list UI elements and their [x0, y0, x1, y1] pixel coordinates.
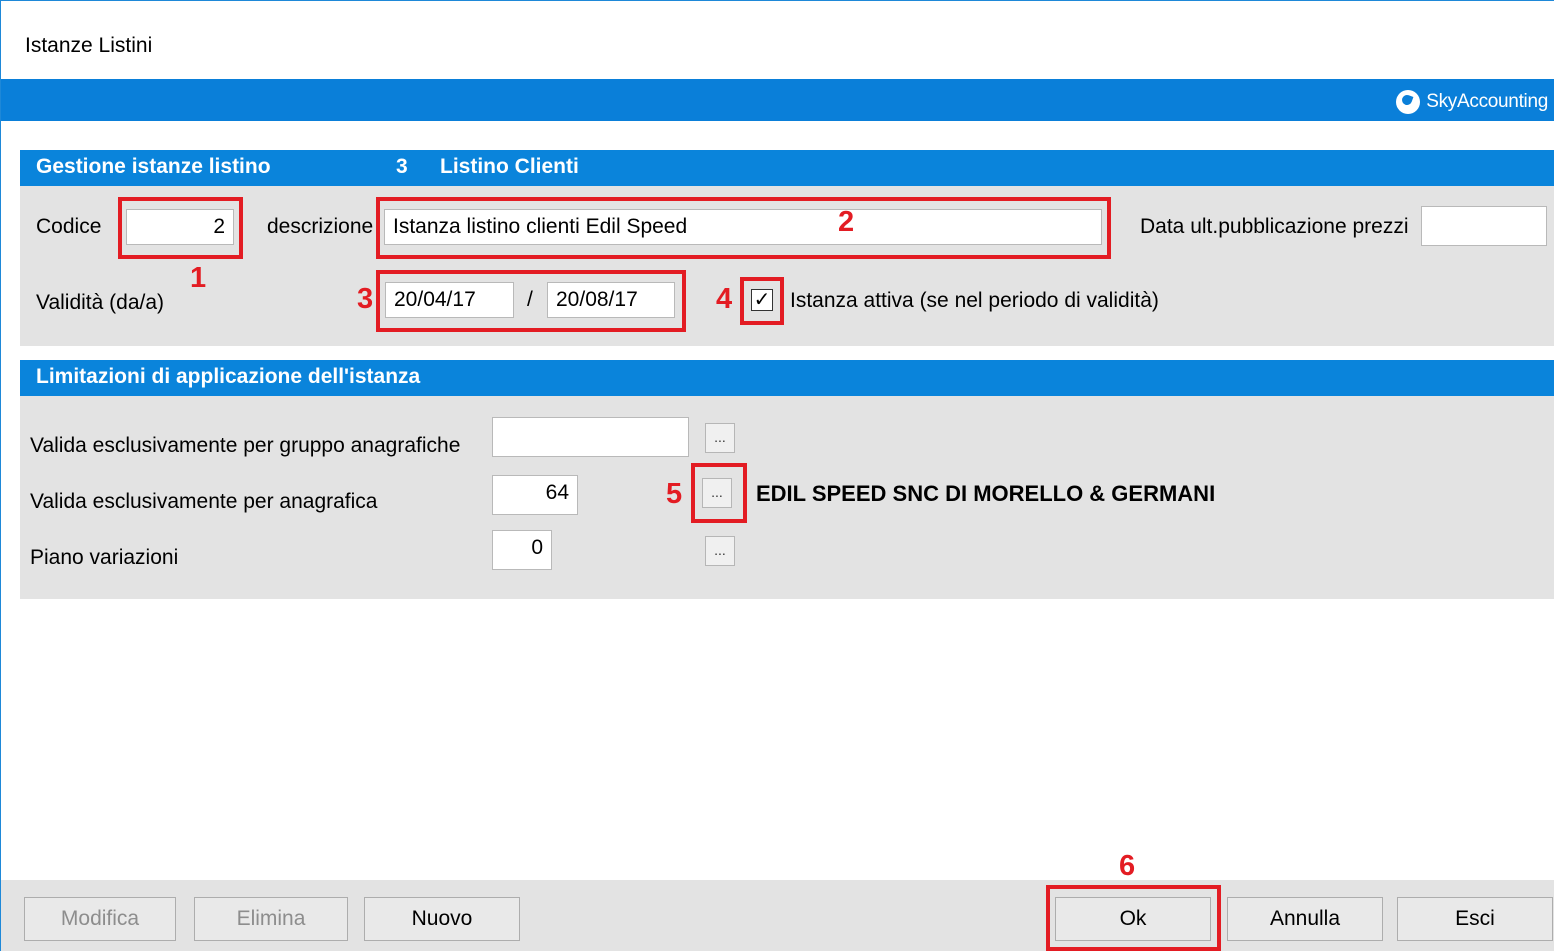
codice-field[interactable]: 2 — [126, 209, 234, 245]
descrizione-field[interactable]: Istanza listino clienti Edil Speed — [384, 209, 1102, 245]
section-title: Gestione istanze listino — [36, 155, 271, 178]
brand: SkyAccounting — [1396, 90, 1548, 114]
codice-label: Codice — [36, 215, 102, 238]
annotation-number-2: 2 — [838, 206, 855, 238]
piano-browse-button[interactable]: ... — [705, 536, 735, 566]
esci-button[interactable]: Esci — [1397, 897, 1553, 941]
ok-button[interactable]: Ok — [1055, 897, 1211, 941]
header-bar — [1, 79, 1554, 121]
annulla-button[interactable]: Annulla — [1227, 897, 1383, 941]
section-title: Limitazioni di applicazione dell'istanza — [36, 365, 421, 388]
attiva-checkbox[interactable]: ✓ — [751, 289, 773, 311]
modifica-button[interactable]: Modifica — [24, 897, 176, 941]
listino-name: Listino Clienti — [440, 155, 579, 178]
piano-field[interactable]: 0 — [492, 530, 552, 570]
listino-number: 3 — [396, 155, 408, 178]
anagrafica-name: EDIL SPEED SNC DI MORELLO & GERMANI — [756, 481, 1216, 506]
validita-to-field[interactable]: 20/08/17 — [547, 282, 675, 318]
annotation-number-4: 4 — [716, 283, 733, 315]
data-pubblicazione-label: Data ult.pubblicazione prezzi — [1140, 215, 1409, 238]
gruppo-label: Valida esclusivamente per gruppo anagraf… — [30, 434, 461, 457]
piano-label: Piano variazioni — [30, 546, 179, 569]
annotation-number-1: 1 — [190, 262, 207, 294]
gruppo-browse-button[interactable]: ... — [705, 423, 735, 453]
skyaccounting-logo-icon — [1396, 90, 1421, 114]
nuovo-button[interactable]: Nuovo — [364, 897, 520, 941]
brand-name: SkyAccounting — [1426, 91, 1548, 112]
validita-from-field[interactable]: 20/04/17 — [385, 282, 514, 318]
descrizione-label: descrizione — [267, 215, 374, 238]
gruppo-field[interactable] — [492, 417, 689, 457]
elimina-button[interactable]: Elimina — [194, 897, 348, 941]
validita-label: Validità (da/a) — [36, 291, 165, 314]
annotation-number-6: 6 — [1119, 850, 1136, 882]
section-header-limitazioni: Limitazioni di applicazione dell'istanza — [20, 360, 1554, 396]
annotation-number-3: 3 — [357, 283, 374, 315]
anagrafica-field[interactable]: 64 — [492, 475, 578, 515]
window-title: Istanze Listini — [25, 34, 153, 57]
anagrafica-label: Valida esclusivamente per anagrafica — [30, 490, 378, 513]
anagrafica-browse-button[interactable]: ... — [702, 478, 732, 508]
attiva-label: Istanza attiva (se nel periodo di validi… — [790, 289, 1159, 312]
data-pubblicazione-field[interactable] — [1421, 206, 1547, 246]
annotation-number-5: 5 — [666, 478, 683, 510]
section-header-gestione: Gestione istanze listino 3 Listino Clien… — [20, 150, 1554, 186]
validita-separator: / — [527, 288, 533, 311]
